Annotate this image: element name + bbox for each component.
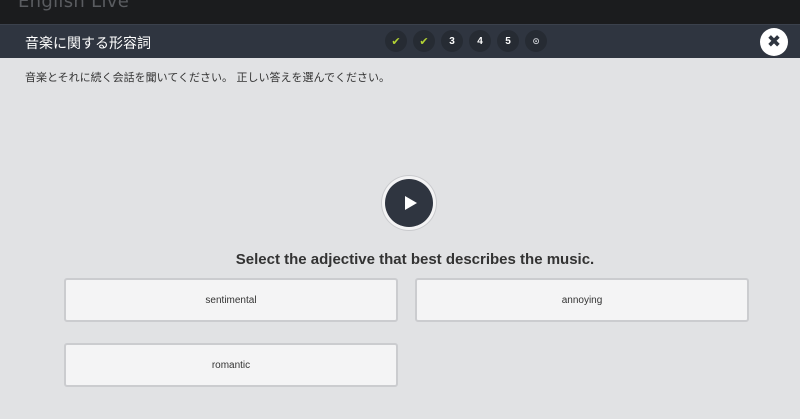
step-2-done-icon: ✔ <box>413 30 435 52</box>
close-icon: ✖ <box>766 31 782 52</box>
play-icon <box>405 196 417 210</box>
choice-romantic[interactable]: romantic <box>64 343 398 387</box>
play-audio-button[interactable] <box>382 176 436 230</box>
play-button-inner <box>385 179 433 227</box>
choice-sentimental[interactable]: sentimental <box>64 278 398 322</box>
lesson-title: 音楽に関する形容詞 <box>25 36 151 52</box>
step-progress: ✔ ✔ 3 4 5 ⊙ <box>385 30 547 64</box>
close-button[interactable]: ✖ <box>760 28 788 56</box>
step-5: 5 <box>497 30 519 52</box>
step-4: 4 <box>469 30 491 52</box>
step-1-done-icon: ✔ <box>385 30 407 52</box>
app-brand: English Live <box>18 0 130 12</box>
step-end-icon: ⊙ <box>525 30 547 52</box>
step-3-current: 3 <box>441 30 463 64</box>
lesson-header: 音楽に関する形容詞 ✔ ✔ 3 4 5 ⊙ ✖ <box>0 24 800 64</box>
app-top-bar: English Live <box>0 0 800 24</box>
question-text: Select the adjective that best describes… <box>235 251 595 268</box>
instruction-text: 音楽とそれに続く会話を聞いてください。 正しい答えを選んでください。 <box>25 71 390 84</box>
choice-annoying[interactable]: annoying <box>415 278 749 322</box>
